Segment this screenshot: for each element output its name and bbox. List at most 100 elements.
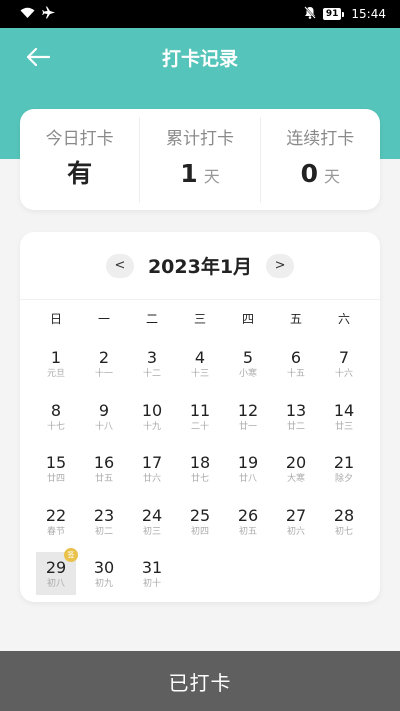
stat-label: 连续打卡: [286, 129, 355, 149]
lunar-date: 廿八: [238, 474, 257, 484]
calendar-day[interactable]: 11 二十: [176, 399, 224, 452]
day-number: 9: [98, 400, 110, 420]
stat-value: 1: [180, 159, 198, 188]
calendar-day[interactable]: 25 初四: [176, 504, 224, 557]
calendar-day[interactable]: 9 十八: [80, 399, 128, 452]
days-grid: 1 元旦 2 十一 3 十二 4 十三 5 小寒 6 十五 7 十六 8 十七 9 十八 10 十九 11 二十 12 廿一 1…: [32, 346, 368, 609]
lunar-date: 初三: [142, 526, 161, 537]
lunar-date: 廿四: [46, 474, 65, 484]
weekday-tue: 二: [145, 312, 158, 326]
calendar-day[interactable]: 4 十三: [176, 346, 224, 399]
next-month-button[interactable]: >: [266, 253, 295, 278]
calendar-day[interactable]: 18 廿七: [176, 451, 224, 504]
day-number: 14: [333, 400, 355, 420]
day-number: 26: [237, 505, 259, 525]
day-number: 5: [242, 348, 254, 367]
calendar-day[interactable]: 29 初八签: [32, 548, 80, 609]
stat-label: 今日打卡: [45, 129, 114, 149]
day-number: 11: [189, 400, 211, 420]
day-number: 13: [285, 400, 307, 420]
calendar-day[interactable]: 26 初五: [224, 504, 272, 557]
calendar-day[interactable]: 13 廿二: [272, 399, 320, 452]
calendar-day[interactable]: 1 元旦: [32, 346, 80, 399]
day-number: 22: [45, 505, 67, 525]
lunar-date: 春节: [46, 526, 65, 537]
stat-today: 今日打卡 有: [20, 117, 139, 203]
calendar-day[interactable]: 31 初十: [128, 556, 176, 609]
calendar-day[interactable]: 6 十五: [272, 346, 320, 399]
calendar-card: < 2023年1月 > 日 一 二 三 四 五 六 1 元旦 2 十一 3 十二 4 十三 5 小…: [20, 232, 380, 602]
day-number: 30: [93, 558, 115, 577]
lunar-date: 廿二: [286, 421, 305, 432]
lunar-date: 十八: [94, 421, 113, 432]
weekday-thu: 四: [241, 312, 254, 326]
month-title: 2023年1月: [147, 256, 253, 278]
calendar-day[interactable]: 30 初九: [80, 556, 128, 609]
checked-in-button[interactable]: 已打卡: [0, 651, 400, 711]
stat-total: 累计打卡 1天: [139, 116, 259, 203]
lunar-date: 廿三: [334, 421, 353, 432]
lunar-date: 廿一: [238, 421, 257, 432]
page-title: 打卡记录: [161, 48, 238, 70]
calendar-day[interactable]: 19 廿八: [224, 451, 272, 504]
calendar-day[interactable]: 8 十七: [32, 399, 80, 452]
day-number: 31: [141, 558, 163, 577]
day-number: 25: [189, 505, 211, 525]
calendar-day[interactable]: 28 初七: [320, 504, 368, 557]
calendar-day[interactable]: 7 十六: [320, 346, 368, 399]
calendar-day[interactable]: 12 廿一: [224, 399, 272, 452]
lunar-date: 廿五: [94, 474, 113, 484]
weekday-sun: 日: [49, 312, 62, 326]
calendar-day[interactable]: 10 十九: [128, 399, 176, 452]
calendar-day[interactable]: 15 廿四: [32, 451, 80, 504]
calendar-header: < 2023年1月 >: [20, 232, 380, 300]
prev-month-button[interactable]: <: [105, 253, 134, 278]
calendar-day[interactable]: 17 廿六: [128, 451, 176, 504]
battery-level: 91: [322, 8, 342, 20]
mute-icon: [304, 6, 316, 22]
day-number: 1: [50, 348, 62, 367]
checked-in-badge: 签: [64, 548, 78, 562]
day-number: 21: [333, 453, 355, 472]
lunar-date: 廿七: [190, 474, 209, 484]
calendar-day[interactable]: 5 小寒: [224, 346, 272, 399]
calendar-day[interactable]: 27 初六: [272, 504, 320, 557]
lunar-date: 初七: [334, 526, 353, 537]
lunar-date: 大寒: [286, 474, 305, 484]
calendar-day[interactable]: 24 初三: [128, 504, 176, 557]
lunar-date: 初六: [286, 526, 305, 537]
calendar-day[interactable]: 2 十一: [80, 346, 128, 399]
lunar-date: 二十: [190, 421, 209, 432]
calendar-day[interactable]: 21 除夕: [320, 451, 368, 504]
calendar-day[interactable]: 23 初二: [80, 504, 128, 557]
lunar-date: 除夕: [334, 474, 353, 484]
weekday-sat: 六: [337, 312, 350, 326]
calendar-day[interactable]: 14 廿三: [320, 399, 368, 452]
stat-streak: 连续打卡 0天: [259, 116, 380, 203]
calendar-day[interactable]: 16 廿五: [80, 451, 128, 504]
day-number: 24: [141, 505, 163, 525]
calendar-day[interactable]: 3 十二: [128, 346, 176, 399]
day-number: 27: [285, 505, 307, 525]
status-time: 15:44: [351, 7, 386, 21]
stats-card: 今日打卡 有 累计打卡 1天 连续打卡 0天: [20, 109, 380, 210]
lunar-date: 十六: [334, 369, 353, 379]
day-number: 2: [98, 348, 110, 367]
day-number: 16: [93, 453, 115, 472]
lunar-date: 十三: [190, 369, 209, 379]
day-number: 4: [194, 348, 206, 367]
lunar-date: 十五: [286, 369, 305, 379]
calendar-day[interactable]: 20 大寒: [272, 451, 320, 504]
weekday-row: 日 一 二 三 四 五 六: [32, 310, 368, 332]
airplane-icon: [42, 6, 56, 22]
day-number: 10: [141, 400, 163, 420]
wifi-icon: [20, 7, 35, 22]
day-number: 7: [338, 348, 350, 367]
day-number: 15: [45, 453, 67, 472]
lunar-date: 元旦: [46, 369, 65, 379]
stat-unit: 天: [324, 167, 341, 186]
lunar-date: 初十: [142, 579, 161, 589]
lunar-date: 小寒: [238, 369, 257, 379]
day-number: 23: [93, 505, 115, 525]
stat-label: 累计打卡: [165, 129, 234, 149]
